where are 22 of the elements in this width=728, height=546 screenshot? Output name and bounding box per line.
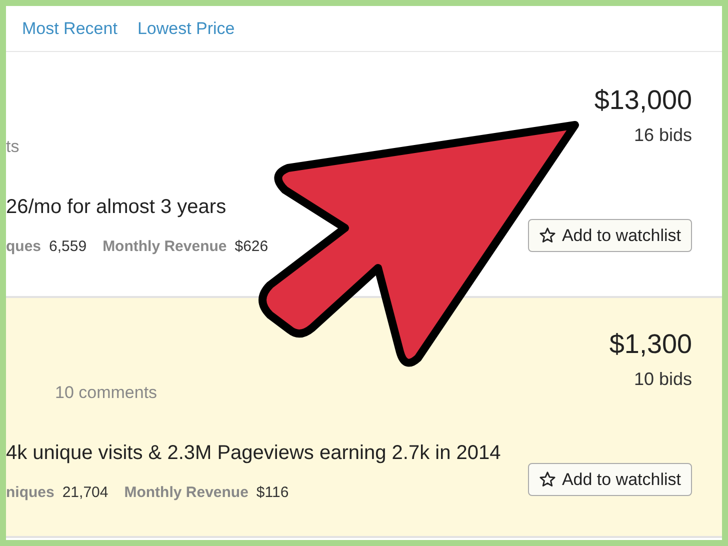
price: $1,300 (609, 330, 692, 360)
stat-label: Monthly Revenue (102, 236, 227, 256)
stat-label: ques (6, 236, 42, 256)
watchlist-button[interactable]: Add to watchlist (528, 218, 692, 252)
stat-value: 21,704 (62, 482, 108, 502)
bid-count: 16 bids (634, 124, 692, 147)
sort-link[interactable]: Lowest Price (137, 16, 235, 42)
sort-link[interactable]: Most Recent (22, 16, 118, 42)
star-icon (538, 470, 556, 488)
star-icon (538, 226, 556, 244)
listing-title[interactable]: 26/mo for almost 3 years (6, 192, 226, 222)
price: $13,000 (594, 86, 692, 116)
listing-meta: 10 comments (55, 382, 158, 404)
stat-label: Monthly Revenue (124, 482, 248, 502)
stat-value: $626 (234, 236, 268, 256)
watchlist-button[interactable]: Add to watchlist (528, 462, 692, 496)
bid-count: 10 bids (634, 368, 692, 391)
stat-value: $116 (256, 482, 289, 502)
listing-title[interactable]: 4k unique visits & 2.3M Pageviews earning 2.7k in 2014 (6, 438, 501, 468)
stat-value: 6,559 (49, 236, 87, 256)
listing-meta: ts (6, 136, 20, 158)
stat-label: niques (6, 482, 54, 502)
